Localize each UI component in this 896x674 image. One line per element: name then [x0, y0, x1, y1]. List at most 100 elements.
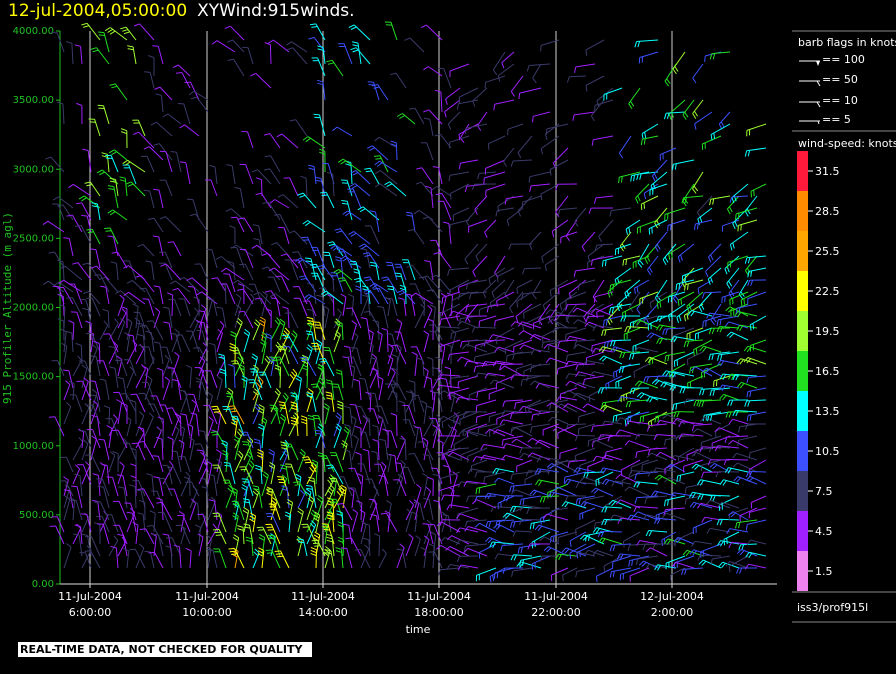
wind-barb-flag — [746, 377, 749, 384]
wind-barb-flag — [723, 539, 726, 546]
wind-barb-flag — [416, 167, 423, 170]
wind-barb — [252, 552, 260, 569]
wind-barb — [440, 567, 461, 571]
wind-barb-flag — [540, 194, 543, 201]
wind-barb-flag — [694, 465, 700, 470]
wind-barb-flag — [298, 541, 305, 544]
wind-barb-flag — [493, 104, 496, 111]
wind-barb — [274, 199, 290, 209]
wind-barb-flag — [87, 231, 94, 234]
wind-barb — [305, 178, 308, 197]
wind-barb — [111, 418, 119, 437]
wind-barb-flag — [268, 448, 275, 453]
wind-barb-flag — [473, 356, 476, 364]
wind-barb-flag — [292, 368, 298, 375]
wind-barb-flag — [609, 285, 612, 292]
wind-barb — [423, 420, 433, 437]
wind-barb-flag — [724, 321, 730, 327]
wind-barb — [697, 428, 713, 437]
wind-barb-flag — [305, 330, 312, 333]
wind-barb — [270, 290, 281, 305]
wind-barb-flag — [659, 301, 662, 308]
wind-barb — [449, 63, 470, 72]
wind-barb-flag — [676, 411, 680, 418]
wind-barb-flag — [456, 556, 460, 563]
wind-barb — [452, 207, 470, 216]
wind-barb — [509, 291, 524, 309]
wind-barb — [442, 291, 461, 298]
y-tick-label: 3500.00 — [13, 95, 54, 106]
wind-barb — [233, 366, 236, 389]
wind-barb-flag — [509, 486, 512, 493]
wind-barb — [128, 164, 137, 185]
wind-barb-flag — [684, 487, 687, 494]
wind-barb-flag — [381, 461, 387, 467]
wind-barb-flag — [528, 176, 531, 183]
wind-barb — [578, 279, 596, 285]
wind-barb-flag — [274, 550, 281, 552]
wind-barb-flag — [701, 292, 705, 299]
wind-barb-flag — [646, 269, 652, 276]
wind-barb — [430, 187, 434, 209]
wind-barb-flag — [280, 441, 287, 444]
wind-barb-flag — [607, 319, 611, 326]
wind-barb-flag — [456, 103, 459, 110]
wind-barb-flag — [221, 267, 227, 273]
wind-barb-flag — [164, 376, 170, 382]
wind-barb — [712, 555, 731, 560]
wind-barb — [216, 462, 223, 485]
x-tick-date: 11-Jul-2004 — [407, 590, 471, 603]
wind-barb-flag — [534, 524, 540, 531]
wind-barb-flag — [698, 400, 702, 408]
wind-barb-flag — [682, 387, 686, 394]
wind-barb-flag — [617, 518, 621, 524]
wind-barb-flag — [684, 284, 686, 291]
wind-barb-flag — [601, 478, 607, 485]
wind-barb — [382, 307, 389, 329]
wind-barb-flag — [422, 216, 429, 220]
wind-barb — [144, 416, 154, 437]
wind-barb-flag — [322, 162, 329, 165]
wind-barb — [126, 419, 132, 437]
wind-barb-flag — [237, 528, 244, 531]
wind-barb-flag — [520, 547, 523, 554]
wind-barb — [218, 548, 227, 569]
wind-barb-flag — [324, 349, 331, 352]
speed-label: 31.5 — [815, 165, 840, 178]
wind-barb — [269, 168, 281, 185]
wind-barb-flag — [243, 506, 249, 512]
wind-barb — [523, 344, 542, 353]
wind-barb-flag — [180, 413, 187, 416]
wind-barb-flag — [359, 431, 366, 433]
wind-barb — [495, 315, 515, 322]
wind-barb — [741, 381, 758, 389]
wind-barb-flag — [458, 97, 461, 104]
wind-barb-flag — [185, 547, 192, 552]
wind-barb-flag — [314, 116, 321, 119]
wind-barb — [138, 131, 155, 149]
wind-barb-flag — [78, 437, 84, 443]
wind-barb — [243, 332, 251, 353]
wind-barb-flag — [107, 209, 114, 214]
wind-barb-flag — [643, 193, 647, 200]
wind-barb-flag — [477, 427, 480, 434]
wind-barb — [533, 111, 551, 117]
wind-barb-flag — [284, 327, 290, 333]
wind-barb-flag — [643, 138, 646, 145]
wind-barb-flag — [464, 186, 468, 193]
wind-barb — [356, 348, 362, 365]
wind-barb-flag — [635, 451, 638, 459]
wind-barb — [86, 22, 101, 41]
wind-barb-flag — [343, 429, 349, 434]
wind-barb-flag — [577, 284, 580, 291]
wind-barb-flag — [524, 407, 527, 414]
wind-barb-flag — [709, 199, 712, 206]
wind-barb-flag — [728, 280, 733, 287]
wind-barb-flag — [127, 48, 134, 51]
wind-barb-flag — [327, 489, 333, 495]
wind-barb-flag — [350, 47, 357, 51]
wind-barb-flag — [517, 210, 522, 217]
wind-barb — [63, 547, 72, 569]
wind-barb-flag — [218, 353, 225, 357]
wind-barb-flag — [735, 410, 739, 417]
